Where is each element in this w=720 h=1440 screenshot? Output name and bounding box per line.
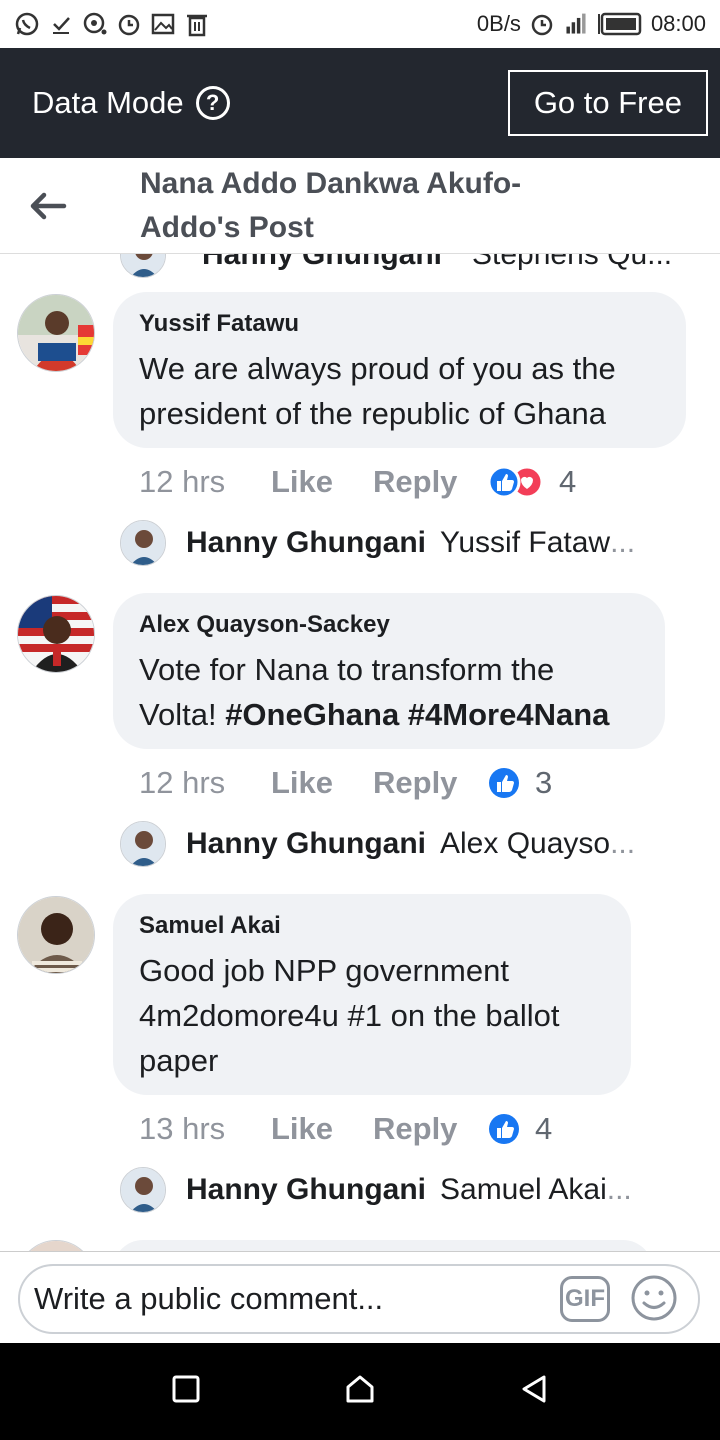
reply-button[interactable]: Reply [373,765,481,801]
comment-author[interactable]: Samuel Akai [139,912,605,940]
comment-bubble[interactable]: Alex Quayson-Sackey Vote for Nana to tra… [113,593,665,749]
comment-author[interactable]: Yussif Fatawu [139,310,660,338]
comment-time[interactable]: 13 hrs [139,1111,271,1147]
like-reaction-icon [489,1114,519,1144]
like-button[interactable]: Like [271,765,373,801]
hashtag-links[interactable]: #OneGhana #4More4Nana [225,697,609,732]
reply-row[interactable]: Hanny Ghungani Yussif Fataw... [120,520,635,566]
trash-icon [184,11,210,37]
comment-bubble[interactable] [113,1240,653,1251]
reply-author[interactable]: Hanny Ghungani [202,254,442,272]
comment-composer: Write a public comment... GIF [0,1251,720,1343]
chat-icon [82,11,108,37]
home-icon[interactable] [344,1373,376,1410]
reply-author[interactable]: Hanny Ghungani [186,827,426,861]
comment-actions: 12 hrs Like Reply 4 [139,464,576,500]
check-icon [48,11,74,37]
comment-time[interactable]: 12 hrs [139,765,271,801]
avatar[interactable] [120,254,166,278]
reactions-summary[interactable]: 4 [487,464,576,500]
reply-button[interactable]: Reply [373,464,481,500]
comment-time[interactable]: 12 hrs [139,464,271,500]
reply-preview: Samuel Akai [440,1173,607,1206]
system-nav-bar [0,1343,720,1440]
reactions-summary[interactable]: 3 [487,765,552,801]
like-button[interactable]: Like [271,464,373,500]
avatar[interactable] [17,896,95,974]
reply-button[interactable]: Reply [373,1111,481,1147]
comment-bubble[interactable]: Yussif Fatawu We are always proud of you… [113,292,686,448]
like-reaction-icon [487,465,544,499]
reply-preview: Stephens Qu... [472,254,673,271]
reply-author[interactable]: Hanny Ghungani [186,1173,426,1207]
comment-input[interactable]: Write a public comment... GIF [18,1264,700,1334]
comments-list: Hanny Ghungani Stephens Qu... Yussif Fat… [0,254,720,1251]
reply-preview: Alex Quayso [440,827,611,860]
like-reaction-icon [489,768,519,798]
avatar[interactable] [17,1240,95,1251]
comment-input-placeholder: Write a public comment... [34,1281,384,1316]
whatsapp-icon [14,11,40,37]
reaction-count: 4 [535,1111,553,1146]
avatar[interactable] [120,821,166,867]
comment-bubble[interactable]: Samuel Akai Good job NPP government 4m2d… [113,894,631,1095]
post-header: Nana Addo Dankwa Akufo-Addo's Post [0,158,720,254]
go-to-free-button[interactable]: Go to Free [507,70,708,136]
reply-row[interactable]: Hanny Ghungani Samuel Akai... [120,1167,632,1213]
comment-actions: 12 hrs Like Reply 3 [139,765,552,801]
comment-text: Good job NPP government 4m2domore4u #1 o… [139,953,560,1078]
gif-button[interactable]: GIF [560,1276,610,1322]
comment-actions: 13 hrs Like Reply 4 [139,1111,552,1147]
status-right: 0B/s 08:00 [477,11,706,37]
reply-row[interactable]: Hanny Ghungani Stephens Qu... [120,254,672,278]
comment-text: We are always proud of you as the presid… [139,351,616,431]
data-mode-label: Data Mode [32,85,184,120]
reactions-summary[interactable]: 4 [487,1111,552,1147]
back-button[interactable] [0,158,96,254]
reply-row[interactable]: Hanny Ghungani Alex Quayso... [120,821,635,867]
avatar[interactable] [120,1167,166,1213]
back-nav-icon[interactable] [519,1373,549,1410]
arrow-left-icon [30,192,67,219]
page-title: Nana Addo Dankwa Akufo-Addo's Post [140,166,522,244]
reply-author[interactable]: Hanny Ghungani [186,526,426,560]
reaction-count: 4 [559,464,577,499]
reply-preview: Yussif Fataw [440,526,611,559]
avatar[interactable] [120,520,166,566]
status-bar: 0B/s 08:00 [0,0,720,48]
ellipsis: ... [610,827,636,860]
clock: 08:00 [650,11,706,36]
reaction-count: 3 [535,765,553,800]
ellipsis: ... [610,526,636,559]
ellipsis: ... [606,1173,632,1206]
comment-author[interactable]: Alex Quayson-Sackey [139,611,639,639]
emoji-icon[interactable] [630,1274,678,1322]
data-mode-label-group[interactable]: Data Mode ? [32,85,230,121]
recents-icon[interactable] [171,1374,201,1409]
status-left-icons [14,11,210,37]
net-speed: 0B/s [476,11,521,36]
image-icon [150,11,176,37]
alarm-icon [529,11,555,37]
avatar[interactable] [17,294,95,372]
battery-icon [597,11,643,37]
data-mode-bar: Data Mode ? Go to Free [0,48,720,158]
help-icon[interactable]: ? [195,86,230,120]
comment-text: Vote for Nana to transform the Volta! #O… [139,647,639,737]
like-button[interactable]: Like [271,1111,373,1147]
alarm-icon [116,11,142,37]
avatar[interactable] [17,595,95,673]
signal-icon [563,11,589,37]
